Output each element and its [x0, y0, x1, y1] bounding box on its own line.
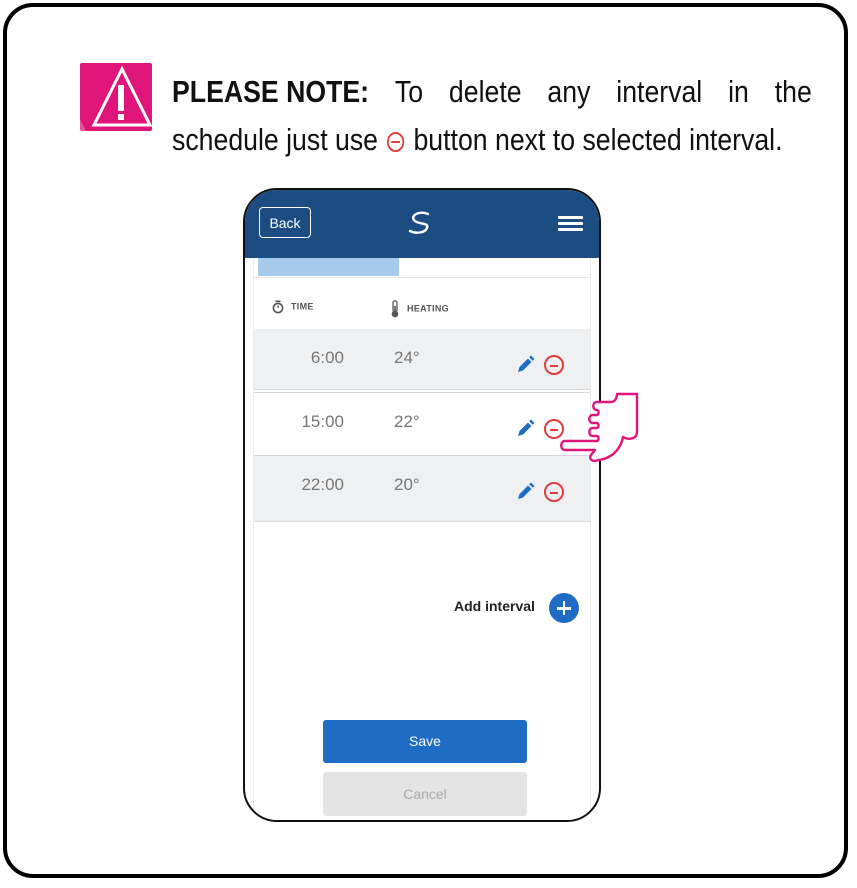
app-header: Back	[245, 190, 599, 258]
menu-icon[interactable]	[558, 216, 583, 231]
note-line-2: schedule just use button next to selecte…	[172, 116, 812, 164]
delete-icon[interactable]	[544, 482, 564, 502]
note-label: PLEASE NOTE:	[172, 74, 370, 109]
warning-icon	[80, 63, 152, 131]
interval-row: 6:00 24°	[254, 329, 590, 390]
interval-temp: 20°	[394, 475, 420, 494]
edit-icon[interactable]	[515, 355, 535, 375]
schedule-content: TIME HEATING 6:00 24° 15:00 22° 22:00 20…	[253, 258, 591, 820]
timer-icon	[272, 300, 284, 314]
note-text: PLEASE NOTE: To delete any interval in t…	[172, 68, 812, 164]
pointing-hand-icon	[560, 392, 639, 463]
progress-track	[254, 258, 590, 278]
back-button[interactable]: Back	[259, 207, 311, 238]
note-word: any	[547, 74, 591, 109]
thermometer-icon	[391, 300, 399, 318]
column-time-label: TIME	[291, 301, 314, 312]
add-icon[interactable]	[549, 593, 579, 623]
note-text-after: button next to selected interval.	[413, 122, 783, 157]
interval-temp: 24°	[394, 348, 420, 367]
note-word: delete	[448, 74, 522, 109]
edit-icon[interactable]	[515, 482, 535, 502]
phone-screen: Back TIME HEATING 6:00 24° 15:00 22° 22:…	[243, 188, 601, 822]
add-interval-label[interactable]: Add interval	[454, 598, 535, 614]
note-word: the	[774, 74, 812, 109]
note-word: interval	[616, 74, 703, 109]
delete-icon	[387, 132, 405, 152]
interval-time: 15:00	[301, 412, 344, 431]
interval-temp: 22°	[394, 412, 420, 431]
delete-icon[interactable]	[544, 355, 564, 375]
progress-fill	[258, 258, 400, 276]
note-word: To	[394, 74, 424, 109]
interval-time: 22:00	[301, 475, 344, 494]
interval-time: 6:00	[310, 348, 344, 367]
logo-icon	[408, 211, 430, 234]
interval-row: 22:00 20°	[254, 456, 590, 522]
column-header-time: TIME	[272, 300, 314, 314]
note-word: in	[728, 74, 749, 109]
save-button[interactable]: Save	[323, 720, 527, 763]
column-header-heating: HEATING	[390, 300, 449, 318]
interval-row: 15:00 22°	[254, 392, 590, 456]
cancel-button[interactable]: Cancel	[323, 772, 527, 816]
edit-icon[interactable]	[515, 419, 535, 439]
column-heating-label: HEATING	[407, 303, 449, 314]
note-line-1: PLEASE NOTE: To delete any interval in t…	[172, 68, 812, 116]
note-text-before: schedule just use	[172, 122, 379, 157]
